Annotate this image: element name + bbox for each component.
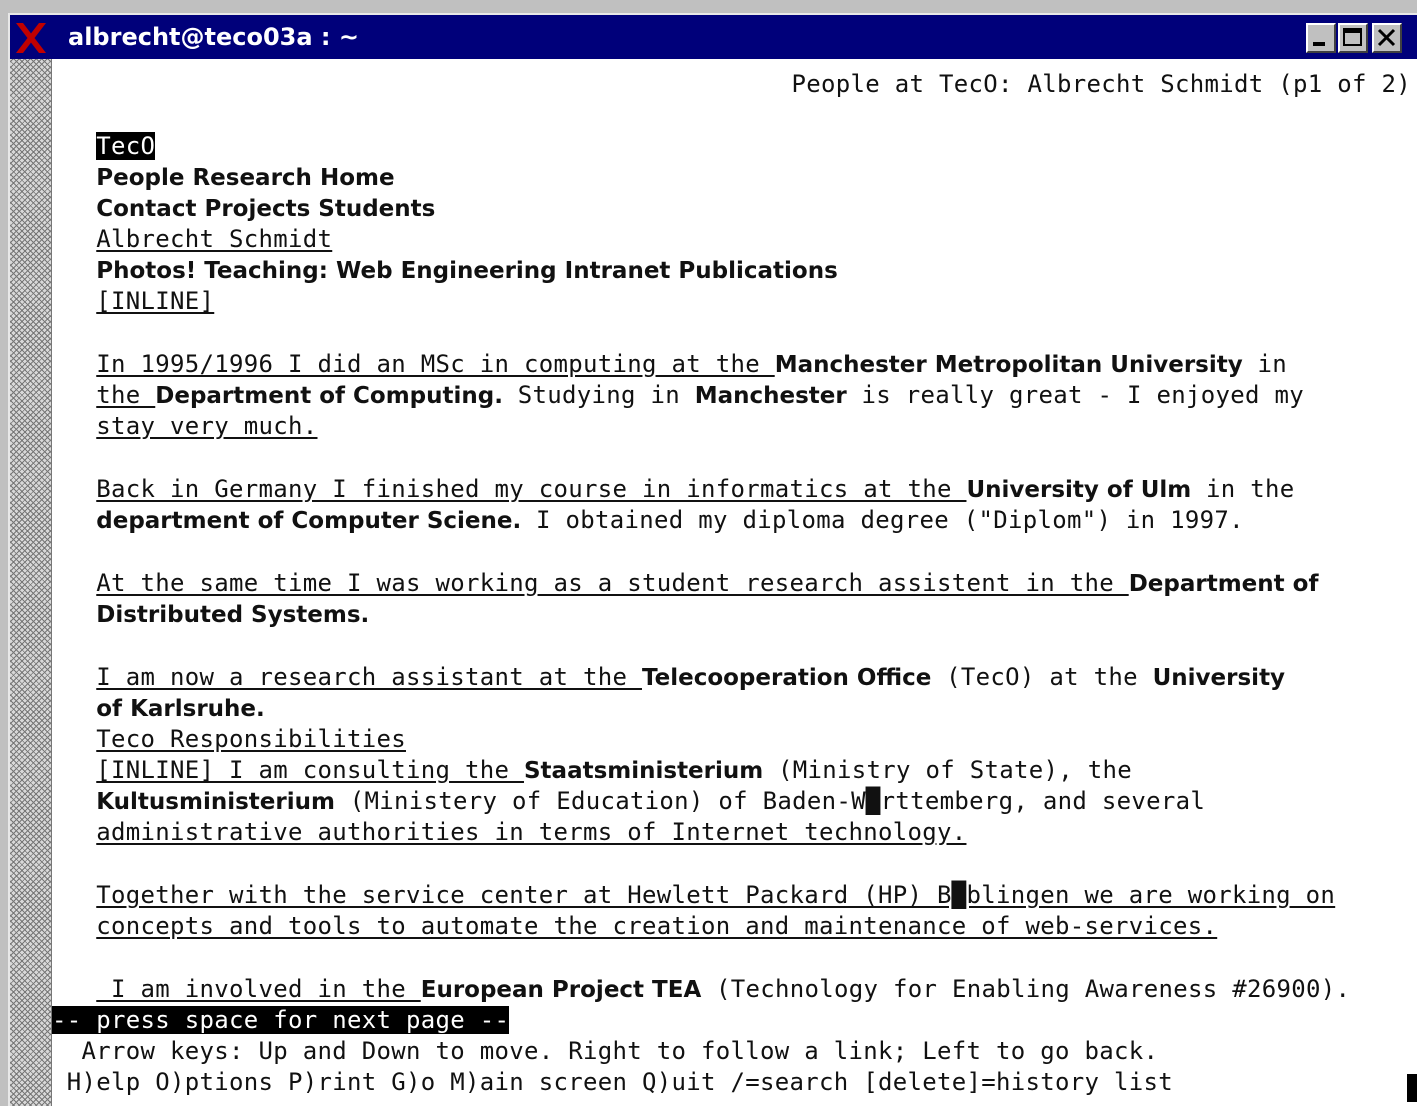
- text: I obtained my diploma degree ("Diplom") …: [521, 506, 1244, 534]
- terminal-content: People at TecO: Albrecht Schmidt (p1 of …: [52, 59, 1417, 1106]
- paragraph-line: Distributed Systems.: [52, 599, 1417, 629]
- close-button[interactable]: [1372, 23, 1402, 53]
- text: (TecO) at the: [931, 663, 1153, 691]
- maximize-icon: [1343, 28, 1362, 46]
- paragraph-line: concepts and tools to automate the creat…: [52, 911, 1417, 941]
- bold-text: Kultusministerium: [96, 789, 335, 815]
- paragraph-line: I am involved in the European Project TE…: [52, 974, 1417, 1004]
- bold-text: Staatsministerium: [523, 758, 764, 784]
- terminal-window: albrecht@teco03a : ~ People at TecO: Alb…: [8, 13, 1417, 1106]
- maximize-button[interactable]: [1338, 23, 1368, 53]
- inline-image-link[interactable]: [INLINE]: [96, 287, 214, 315]
- text: (Technology for Enabling Awareness #2690…: [701, 975, 1351, 1003]
- paragraph-line: administrative authorities in terms of I…: [52, 817, 1417, 847]
- bold-text: Distributed Systems.: [96, 602, 370, 628]
- help-line: H)elp O)ptions P)rint G)o M)ain screen Q…: [52, 1068, 1173, 1096]
- nav-links-row2[interactable]: Contact Projects Students: [96, 196, 435, 222]
- nav-links-row3[interactable]: Photos! Teaching: Web Engineering Intran…: [96, 258, 838, 284]
- bold-text: European Project TEA: [420, 977, 702, 1003]
- nav-row: TecO: [52, 131, 1417, 161]
- paragraph-line: In 1995/1996 I did an MSc in computing a…: [52, 349, 1417, 379]
- nav-links-row1[interactable]: People Research Home: [96, 165, 394, 191]
- paragraph-line: I am now a research assistant at the Tel…: [52, 662, 1417, 692]
- text: is really great - I enjoyed my: [846, 381, 1304, 409]
- link-text[interactable]: I am now a research assistant at the: [96, 663, 642, 691]
- paragraph-line: Back in Germany I finished my course in …: [52, 474, 1417, 504]
- bold-text: Department of Computing.: [155, 383, 503, 409]
- bold-text: of Karlsruhe.: [96, 696, 265, 722]
- paragraph-line: Teco Responsibilities: [52, 724, 1417, 754]
- paragraph-line: Kultusministerium (Ministery of Educatio…: [52, 786, 1417, 816]
- title-bar[interactable]: albrecht@teco03a : ~: [10, 15, 1417, 59]
- name-link[interactable]: Albrecht Schmidt: [96, 225, 332, 253]
- text: (Ministery of Education) of Baden-W█rtte…: [334, 787, 1206, 815]
- bold-text: Manchester Metropolitan University: [774, 352, 1243, 378]
- page-title: People at TecO: Albrecht Schmidt (p1 of …: [791, 70, 1411, 98]
- link-text[interactable]: concepts and tools to automate the creat…: [96, 912, 1217, 940]
- link-text[interactable]: [INLINE] I am consulting the: [96, 756, 524, 784]
- nav-link-teco[interactable]: TecO: [96, 132, 156, 160]
- status-line: -- press space for next page --: [52, 1005, 1417, 1035]
- text-cursor: [1407, 1074, 1417, 1102]
- link-text[interactable]: stay very much.: [96, 412, 317, 440]
- nav-row: Photos! Teaching: Web Engineering Intran…: [52, 255, 1417, 285]
- next-page-prompt[interactable]: -- press space for next page --: [52, 1006, 510, 1034]
- minimize-button[interactable]: [1306, 23, 1336, 53]
- nav-row: People Research Home: [52, 162, 1417, 192]
- bold-text: department of Computer Sciene.: [96, 508, 522, 534]
- x-logo-icon[interactable]: [14, 21, 48, 55]
- link-text[interactable]: Together with the service center at Hewl…: [96, 881, 1335, 909]
- nav-row: [INLINE]: [52, 286, 1417, 316]
- paragraph-line: department of Computer Sciene. I obtaine…: [52, 505, 1417, 535]
- link-text[interactable]: Back in Germany I finished my course in …: [96, 475, 966, 503]
- paragraph-line: [INLINE] I am consulting the Staatsminis…: [52, 755, 1417, 785]
- link-text[interactable]: Teco Responsibilities: [96, 725, 406, 753]
- paragraph-line: of Karlsruhe.: [52, 693, 1417, 723]
- minimize-icon: [1313, 42, 1325, 46]
- link-text[interactable]: the: [96, 381, 155, 409]
- bold-text: Manchester: [694, 383, 847, 409]
- text: in the: [1191, 475, 1295, 503]
- paragraph-line: At the same time I was working as a stud…: [52, 568, 1417, 598]
- window-title: albrecht@teco03a : ~: [68, 23, 359, 51]
- paragraph-line: the Department of Computing. Studying in…: [52, 380, 1417, 410]
- paragraph-line: stay very much.: [52, 411, 1417, 441]
- link-text[interactable]: In 1995/1996 I did an MSc in computing a…: [96, 350, 774, 378]
- text: in: [1242, 350, 1287, 378]
- bold-text: University of Ulm: [966, 477, 1192, 503]
- link-text[interactable]: At the same time I was working as a stud…: [96, 569, 1128, 597]
- link-text[interactable]: administrative authorities in terms of I…: [96, 818, 966, 846]
- close-icon: [1377, 28, 1396, 47]
- text: (Ministry of State), the: [763, 756, 1132, 784]
- scrollbar[interactable]: [10, 59, 52, 1106]
- bold-text: Department of: [1128, 571, 1319, 597]
- bold-text: University: [1152, 665, 1286, 691]
- nav-row: Albrecht Schmidt: [52, 224, 1417, 254]
- link-text[interactable]: I am involved in the: [96, 975, 420, 1003]
- nav-row: Contact Projects Students: [52, 193, 1417, 223]
- help-line: Arrow keys: Up and Down to move. Right t…: [52, 1037, 1159, 1065]
- paragraph-line: Together with the service center at Hewl…: [52, 880, 1417, 910]
- bold-text: Telecooperation Office: [641, 665, 932, 691]
- text: Studying in: [502, 381, 695, 409]
